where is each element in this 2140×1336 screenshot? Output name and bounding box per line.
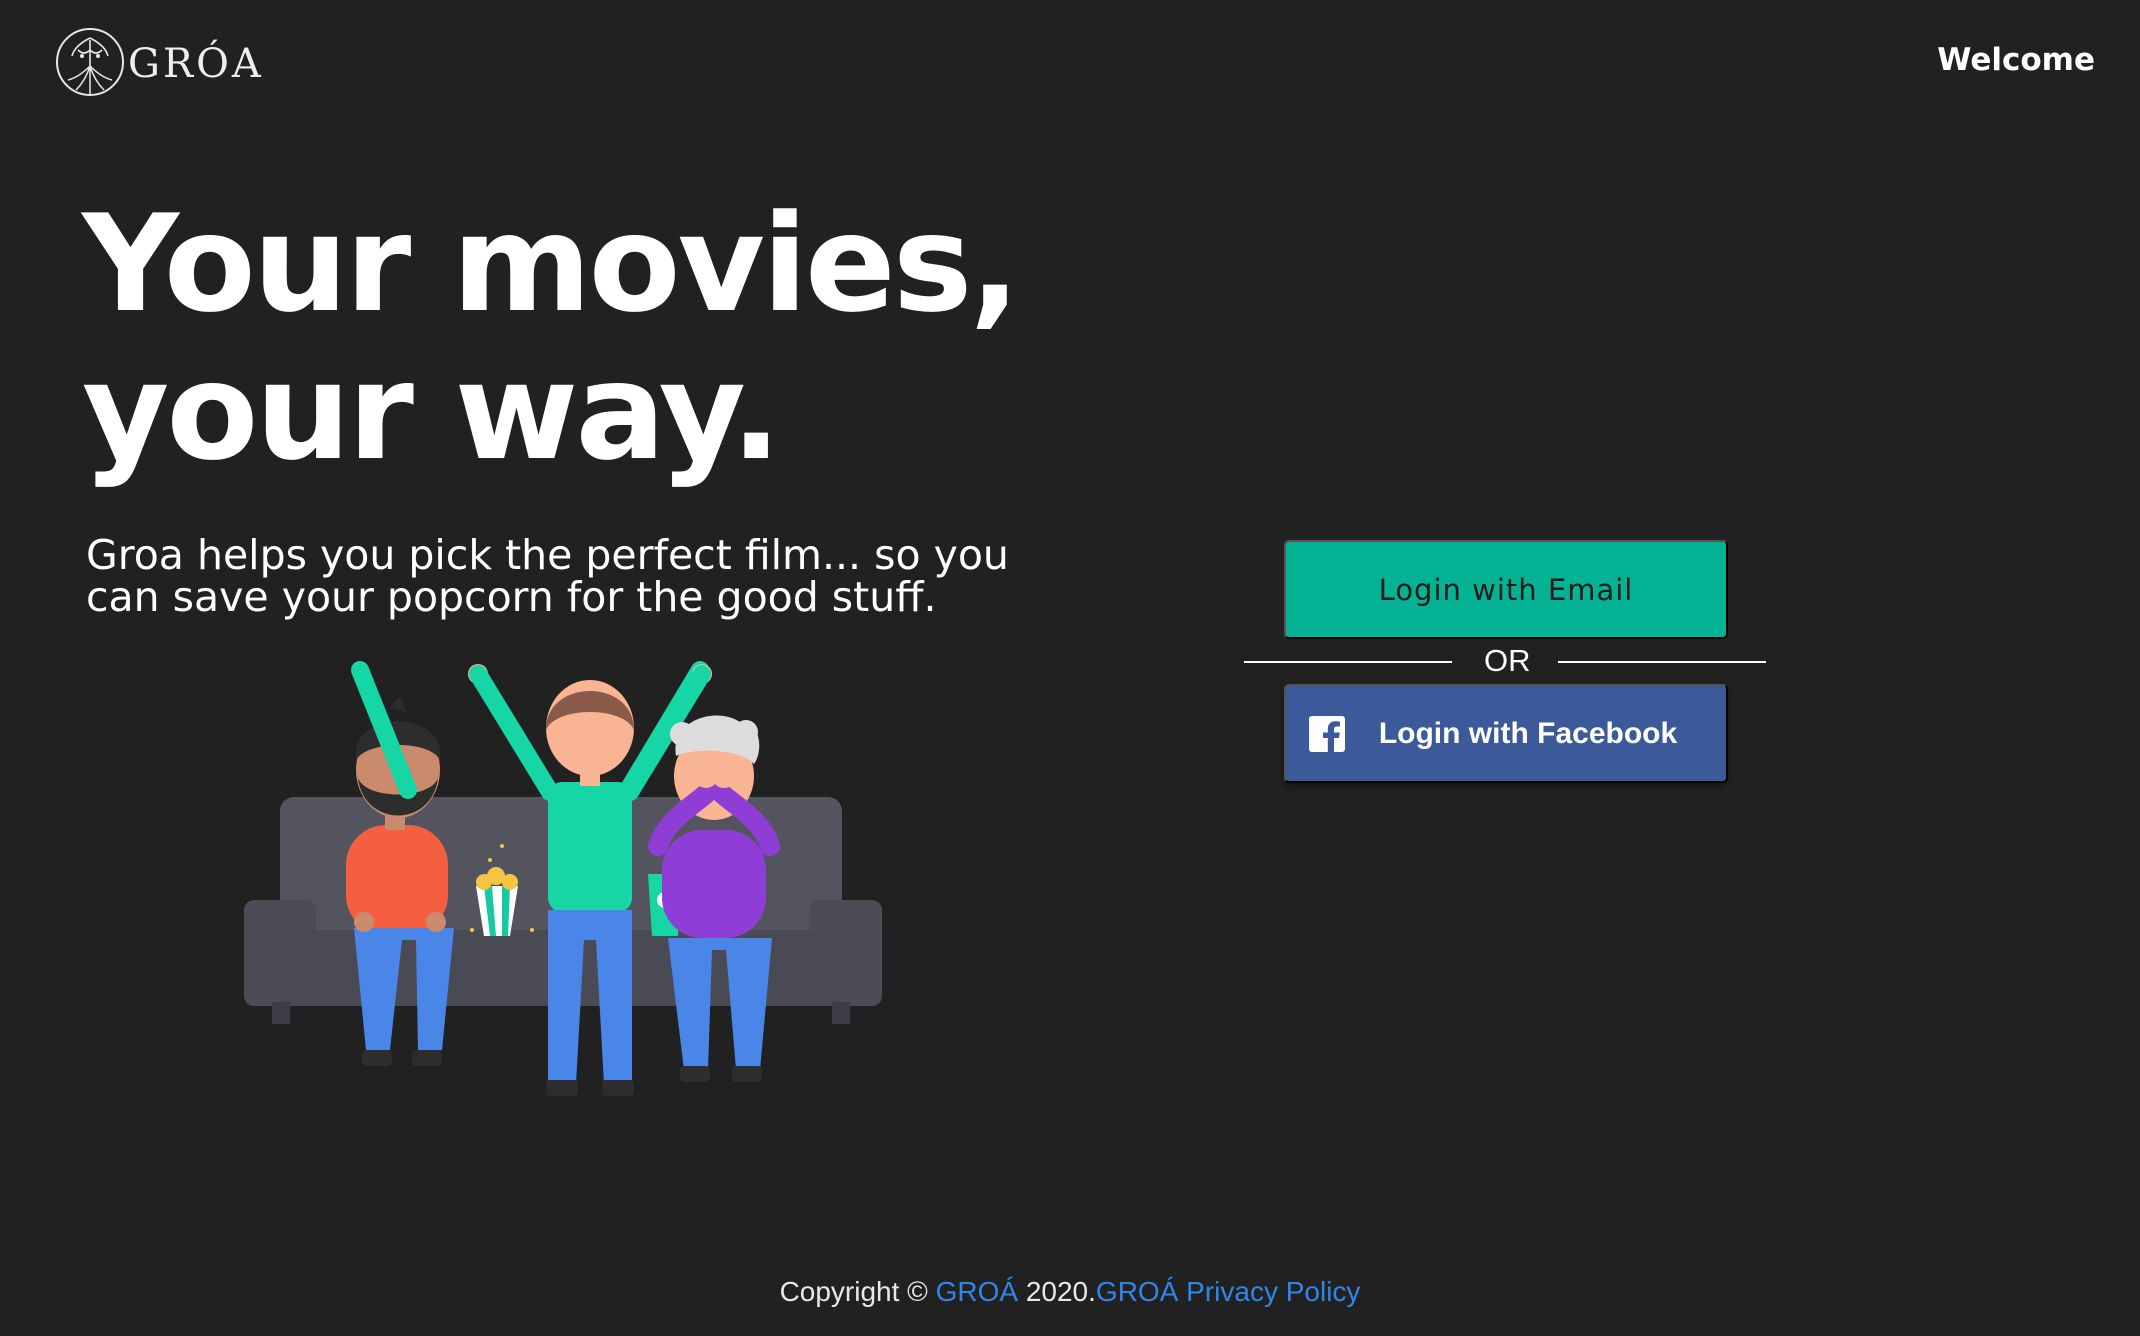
footer-year: 2020. <box>1018 1276 1096 1307</box>
covering-eyes-woman-figure <box>648 715 780 1082</box>
hero-title: Your movies, your way. <box>82 190 1020 486</box>
login-facebook-button[interactable]: Login with Facebook <box>1284 684 1728 783</box>
logo-text: GRÓA <box>128 41 264 87</box>
groa-logo-link[interactable]: GRÓA <box>54 26 264 98</box>
or-divider-text: OR <box>1484 643 1531 678</box>
hero-subtitle-line-2: can save your popcorn for the good stuff… <box>86 573 937 621</box>
page: GRÓA Welcome Your movies, your way. Groa… <box>0 0 2140 1336</box>
login-email-button[interactable]: Login with Email <box>1284 540 1728 639</box>
facebook-icon <box>1309 716 1345 752</box>
or-divider-right <box>1558 661 1766 663</box>
footer-copyright: Copyright © <box>779 1276 936 1307</box>
friends-on-couch-illustration <box>244 661 882 1096</box>
tree-logo-icon <box>56 28 124 96</box>
or-divider-left <box>1244 661 1452 663</box>
hero-subtitle: Groa helps you pick the perfect film... … <box>86 534 1006 624</box>
nav-welcome-link[interactable]: Welcome <box>1937 42 2095 78</box>
footer-privacy-link[interactable]: GROÁ Privacy Policy <box>1096 1276 1361 1307</box>
hero-title-line-1: Your movies, <box>82 186 1020 342</box>
login-email-label: Login with Email <box>1378 572 1634 607</box>
hero-title-line-2: your way. <box>82 334 782 490</box>
login-facebook-label: Login with Facebook <box>1378 716 1678 750</box>
footer-brand-link[interactable]: GROÁ <box>936 1276 1018 1307</box>
footer: Copyright © GROÁ 2020.GROÁ Privacy Polic… <box>0 1276 2140 1308</box>
